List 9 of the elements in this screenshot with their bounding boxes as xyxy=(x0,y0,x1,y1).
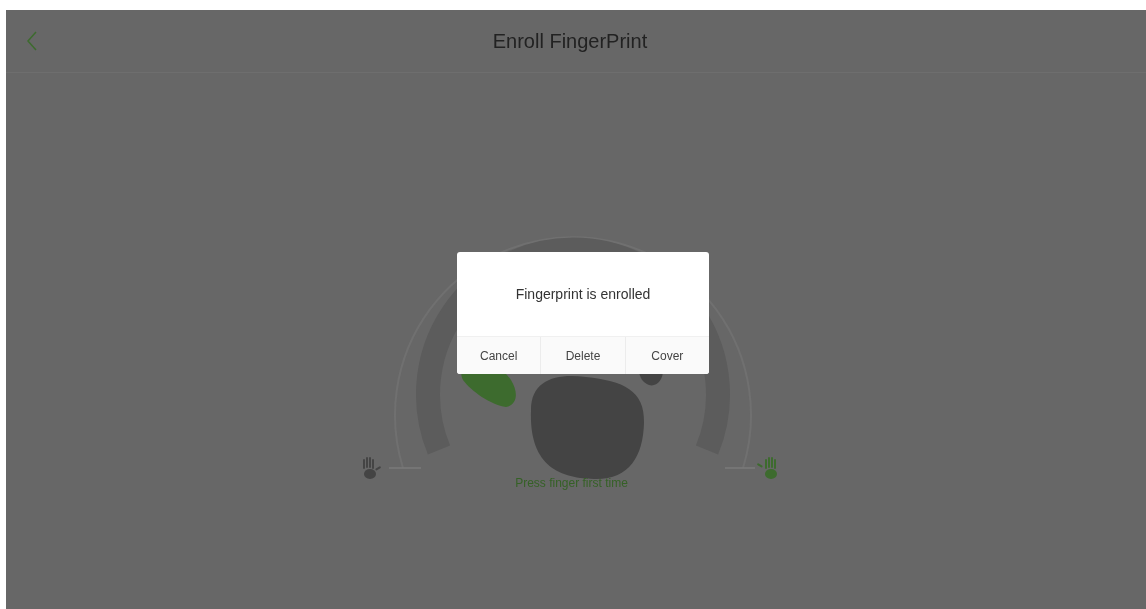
back-icon[interactable] xyxy=(26,31,38,51)
dialog-button[interactable]: Delete xyxy=(541,337,626,374)
screen-title: Enroll FingerPrint xyxy=(491,29,649,53)
instruction-text: Press finger first time xyxy=(515,476,628,490)
hand-icon xyxy=(363,457,382,479)
hand-icon xyxy=(756,457,777,479)
dialog-button[interactable]: Cover xyxy=(625,337,709,374)
dialog-button[interactable]: Cancel xyxy=(457,337,542,374)
dialog-message: Fingerprint is enrolled xyxy=(514,285,652,304)
